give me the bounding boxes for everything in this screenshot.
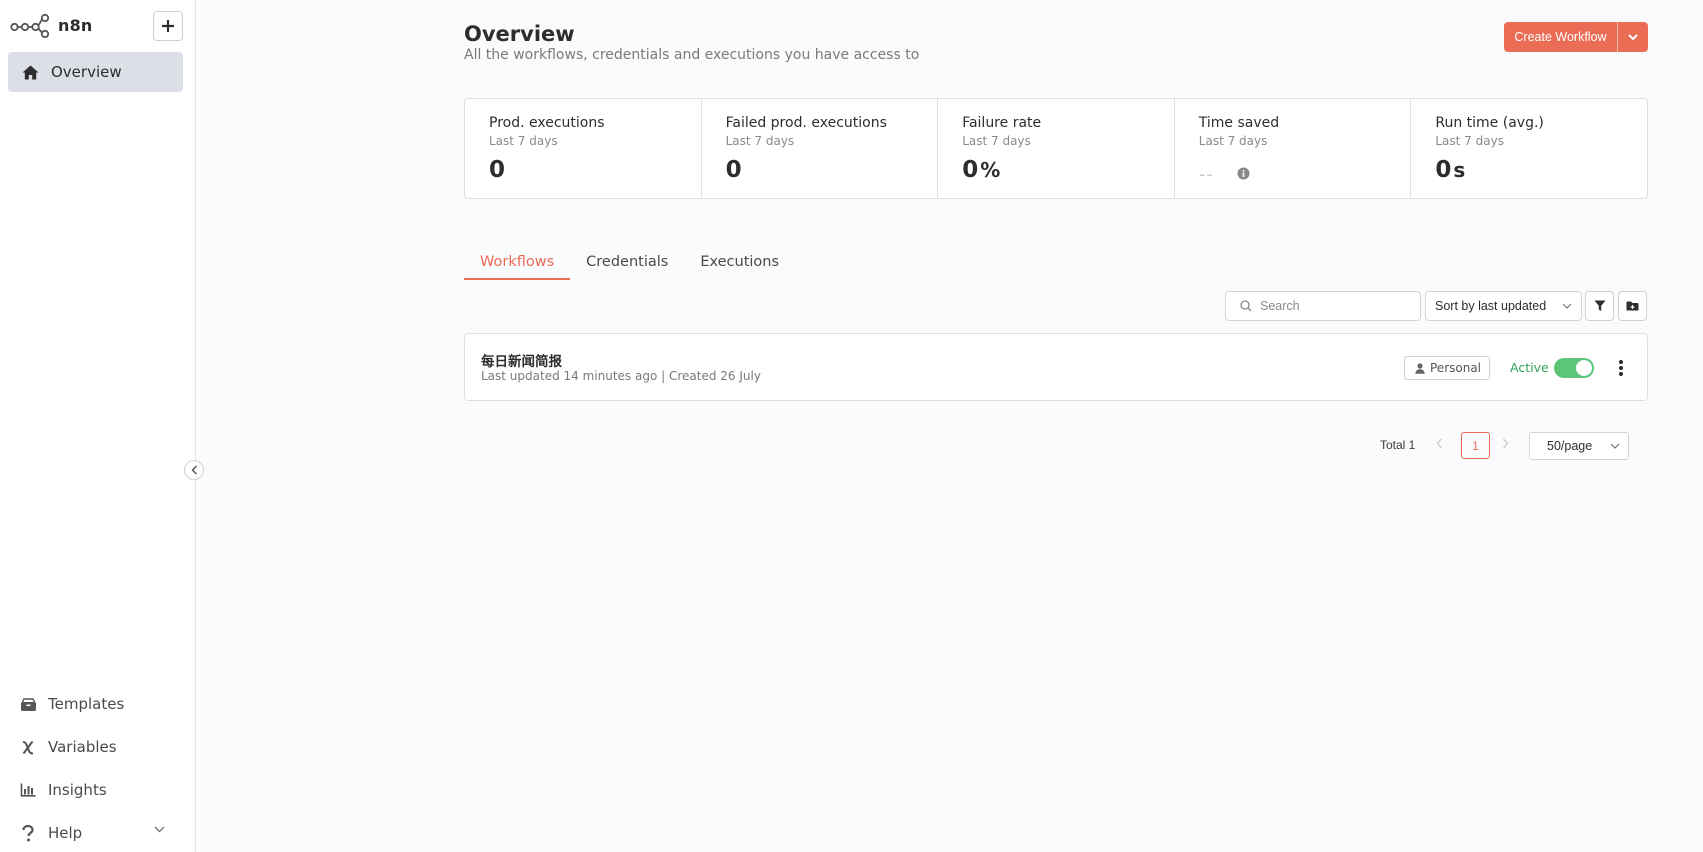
stat-number: 0 <box>962 157 979 183</box>
user-icon <box>1415 362 1425 374</box>
sidebar-item-label: Insights <box>48 781 107 799</box>
owner-badge-label: Personal <box>1430 361 1482 375</box>
search-input[interactable] <box>1260 299 1410 313</box>
stat-unit: % <box>980 158 1001 182</box>
pagination-page-current[interactable]: 1 <box>1461 432 1490 459</box>
stat-value: 0% <box>962 157 1000 183</box>
add-folder-button[interactable] <box>1618 291 1647 321</box>
page-size-select[interactable]: 50/page <box>1529 432 1629 460</box>
tab-executions[interactable]: Executions <box>684 250 795 280</box>
filter-button[interactable] <box>1585 291 1614 321</box>
pagination-total: Total 1 <box>1380 438 1416 452</box>
chevron-down-icon <box>1562 303 1572 309</box>
sidebar-item-templates[interactable]: Templates <box>0 684 195 724</box>
stat-value: 0 <box>489 157 505 183</box>
sidebar-item-overview[interactable]: Overview <box>8 52 183 92</box>
stat-period: Last 7 days <box>1198 134 1268 148</box>
create-workflow-button[interactable]: Create Workflow <box>1504 22 1617 52</box>
stat-unit: s <box>1453 158 1466 182</box>
sort-select-value: Sort by last updated <box>1435 299 1547 313</box>
pagination-prev-icon[interactable] <box>1436 438 1443 449</box>
active-status-label: Active <box>1510 360 1549 375</box>
stat-number: 0 <box>489 157 506 183</box>
stat-failure-rate[interactable]: Failure rate Last 7 days 0% <box>938 99 1175 198</box>
create-workflow-split-button: Create Workflow <box>1504 22 1648 52</box>
stat-period: Last 7 days <box>962 134 1031 148</box>
templates-box-icon <box>18 694 38 714</box>
sidebar-item-label: Variables <box>48 738 117 756</box>
sidebar: n8n Overview Templates Variables Insight… <box>0 0 196 852</box>
sidebar-item-variables[interactable]: Variables <box>0 727 195 767</box>
stat-failed-prod-executions[interactable]: Failed prod. executions Last 7 days 0 <box>702 99 939 198</box>
bar-chart-icon <box>18 780 38 800</box>
stat-title: Time saved <box>1198 115 1280 131</box>
stat-value: 0s <box>1435 157 1465 183</box>
create-dropdown-button[interactable] <box>1618 22 1648 52</box>
sidebar-item-help[interactable]: Help <box>0 813 195 852</box>
tab-bar: Workflows Credentials Executions <box>464 250 795 280</box>
active-toggle[interactable] <box>1554 358 1594 378</box>
search-icon <box>1240 300 1252 312</box>
sort-select[interactable]: Sort by last updated <box>1425 291 1582 321</box>
n8n-logo-icon <box>10 13 50 38</box>
search-box <box>1225 291 1421 321</box>
insights-summary: Prod. executions Last 7 days 0 Failed pr… <box>464 98 1648 199</box>
question-icon <box>18 823 38 843</box>
stat-number: 0 <box>725 157 742 183</box>
variable-icon <box>18 737 38 757</box>
kebab-menu-icon[interactable] <box>1613 358 1629 378</box>
sidebar-item-label: Help <box>48 824 83 842</box>
page-subtitle: All the workflows, credentials and execu… <box>464 47 920 63</box>
add-button[interactable] <box>153 11 183 41</box>
chevron-down-icon <box>154 826 165 833</box>
home-icon <box>20 62 40 82</box>
workflow-card[interactable]: 每日新闻简报 Last updated 14 minutes ago | Cre… <box>464 333 1648 401</box>
stat-title: Failed prod. executions <box>725 115 887 131</box>
filter-icon <box>1594 300 1605 311</box>
toggle-knob <box>1576 360 1592 376</box>
stat-value: 0 <box>726 157 742 183</box>
stat-time-saved[interactable]: Time saved Last 7 days -- <box>1175 99 1412 198</box>
workflow-meta: Last updated 14 minutes ago | Created 26… <box>481 369 761 383</box>
brand[interactable]: n8n <box>10 12 93 38</box>
info-icon[interactable] <box>1237 167 1250 180</box>
stat-title: Run time (avg.) <box>1435 115 1544 131</box>
stat-prod-executions[interactable]: Prod. executions Last 7 days 0 <box>465 99 702 198</box>
stat-number: 0 <box>1435 157 1452 183</box>
stat-period: Last 7 days <box>489 134 558 148</box>
stat-number: -- <box>1198 164 1214 185</box>
brand-name: n8n <box>58 15 93 35</box>
page-size-value: 50/page <box>1547 439 1593 453</box>
sidebar-item-label: Overview <box>51 63 122 81</box>
sidebar-item-insights[interactable]: Insights <box>0 770 195 810</box>
workflow-name[interactable]: 每日新闻简报 <box>481 350 562 370</box>
chevron-down-icon <box>1610 443 1620 449</box>
pagination-next-icon[interactable] <box>1502 438 1509 449</box>
stat-title: Failure rate <box>962 115 1042 131</box>
collapse-sidebar-button[interactable] <box>184 460 204 480</box>
tab-credentials[interactable]: Credentials <box>570 250 684 280</box>
owner-badge: Personal <box>1404 356 1490 380</box>
chevron-down-icon <box>1628 33 1638 40</box>
plus-icon <box>162 20 174 32</box>
stat-period: Last 7 days <box>1435 134 1504 148</box>
page-title: Overview <box>464 22 575 46</box>
stat-period: Last 7 days <box>725 134 795 148</box>
sidebar-item-label: Templates <box>48 695 125 713</box>
chevron-left-icon <box>190 465 197 475</box>
stat-run-time-avg[interactable]: Run time (avg.) Last 7 days 0s <box>1411 99 1647 198</box>
stat-title: Prod. executions <box>489 115 605 131</box>
tab-workflows[interactable]: Workflows <box>464 250 571 280</box>
folder-plus-icon <box>1626 301 1639 311</box>
